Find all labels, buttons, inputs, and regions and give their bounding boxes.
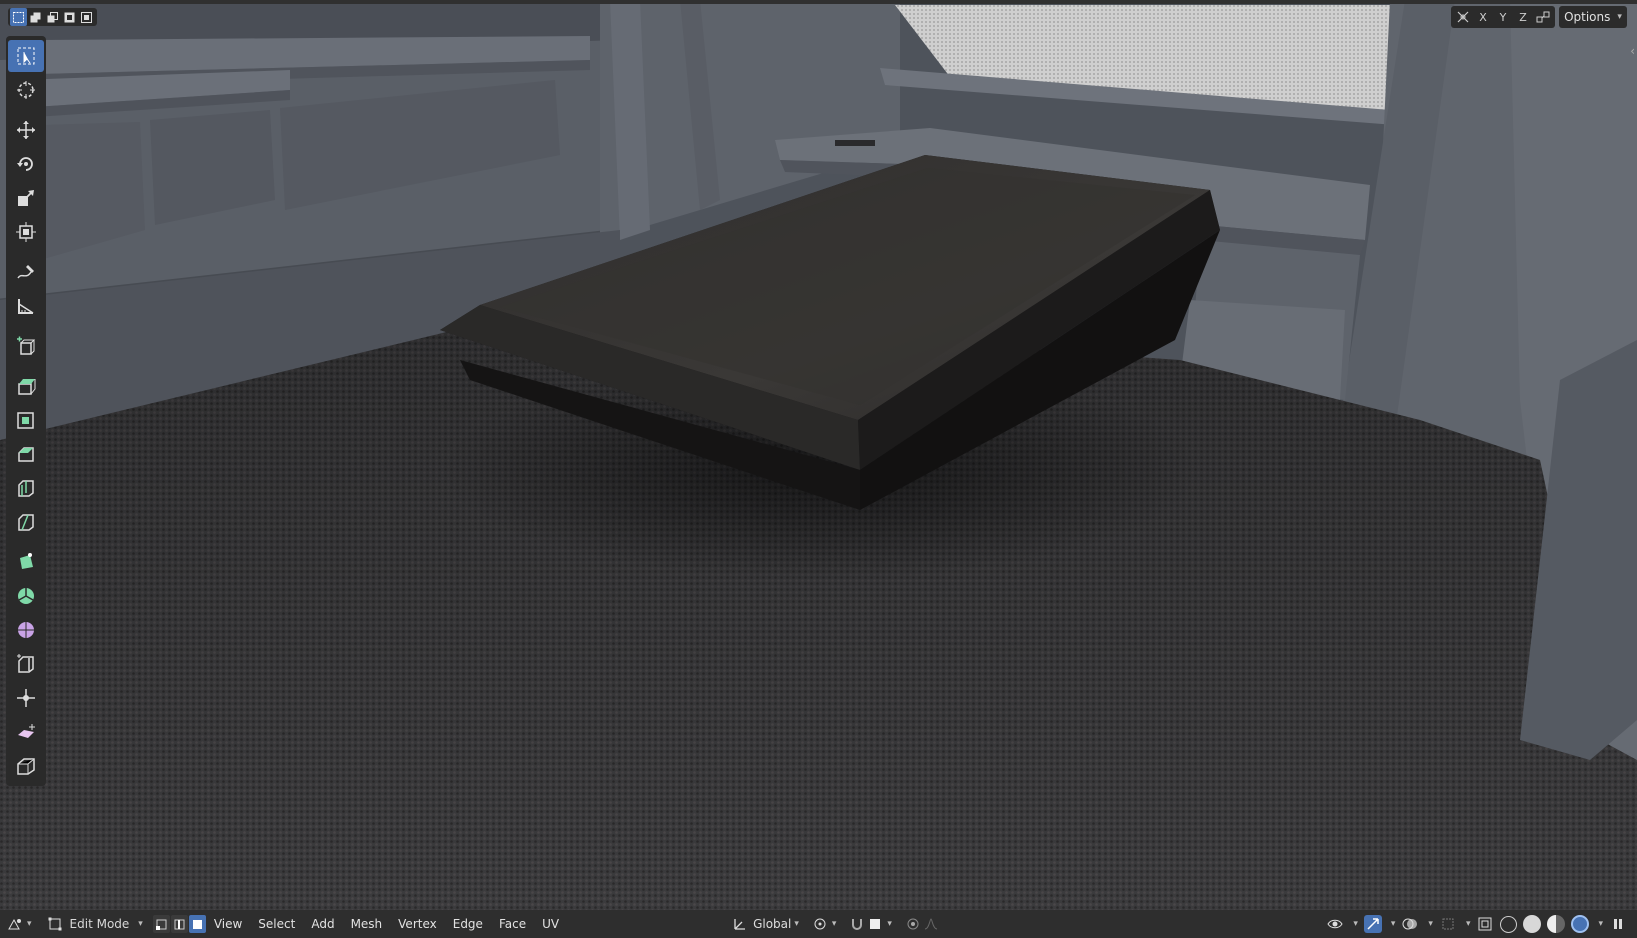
menu-face[interactable]: Face [491,917,534,931]
cursor-icon[interactable] [8,74,44,106]
pivot-icon [811,915,829,933]
shear-icon[interactable] [8,716,44,748]
add-cube-icon[interactable] [8,330,44,362]
chevron-down-icon: ▾ [1428,919,1433,929]
vertex-select-mode-icon[interactable] [152,915,170,933]
snap-toggle[interactable]: ▾ [842,910,898,938]
inset-faces-icon[interactable] [8,404,44,436]
chevron-down-icon: ▾ [831,919,837,929]
mode-label: Edit Mode [69,917,130,931]
tool-shelf [6,36,46,786]
editor-type-dropdown[interactable]: ▾ [0,910,38,938]
interaction-mode-dropdown[interactable]: Edit Mode ▾ [38,913,151,935]
menu-uv[interactable]: UV [534,917,567,931]
pause-icon[interactable] [1609,915,1627,933]
measure-icon[interactable] [8,290,44,322]
editor-type-icon [6,915,24,933]
mesh-select-mode-group [152,915,206,933]
menu-mesh[interactable]: Mesh [343,917,391,931]
blender-window: X Y Z Options ▾ ‹ ▾ Edit Mode ▾ View Sel… [0,0,1637,938]
move-icon[interactable] [8,114,44,146]
magnet-icon [848,915,866,933]
select-subtract-mode-icon[interactable] [44,8,61,26]
viewport-header: ▾ Edit Mode ▾ View Select Add Mesh Verte… [0,910,1637,938]
menu-add[interactable]: Add [303,917,342,931]
proportional-icon [904,915,922,933]
rotate-icon[interactable] [8,148,44,180]
material-preview-shading-icon[interactable] [1547,915,1566,933]
select-invert-mode-icon[interactable] [61,8,78,26]
transform-orientation-dropdown[interactable]: Global ▾ [725,910,805,938]
mirror-y-toggle[interactable]: Y [1494,8,1512,26]
orientation-label: Global [753,917,792,931]
select-box-icon[interactable] [8,40,44,72]
proportional-editing-toggle[interactable] [898,910,946,938]
sidebar-toggle-icon[interactable]: ‹ [1630,44,1635,58]
options-dropdown[interactable]: Options ▾ [1559,6,1627,28]
auto-merge-icon[interactable] [1534,8,1552,26]
orientation-axes-icon [731,915,749,933]
viewport-right-controls: ▾ ▾ ▾ ▾ ▾ [1326,910,1637,938]
select-extend-mode-icon[interactable] [27,8,44,26]
overlays-toggle-icon[interactable] [1401,915,1419,933]
extrude-region-icon[interactable] [8,370,44,402]
bevel-icon[interactable] [8,438,44,470]
falloff-icon [922,915,940,933]
xray-toggle-icon[interactable] [1476,915,1494,933]
spin-icon[interactable] [8,580,44,612]
rendered-shading-icon[interactable] [1571,915,1590,933]
chevron-down-icon: ▾ [1353,919,1358,929]
menu-vertex[interactable]: Vertex [390,917,445,931]
3d-viewport[interactable] [0,0,1637,938]
mirror-z-toggle[interactable]: Z [1514,8,1532,26]
select-box-mode-icon[interactable] [10,8,27,26]
rip-region-icon[interactable] [8,750,44,782]
gizmo-toggle-icon[interactable] [1363,915,1382,933]
window-top-edge [0,0,1637,4]
mirror-axes-group: X Y Z [1451,6,1555,28]
mesh-edit-overlay-icon[interactable] [1439,915,1457,933]
poly-build-icon[interactable] [8,546,44,578]
chevron-down-icon: ▾ [1390,919,1396,929]
mirror-gizmo-icon[interactable] [1454,8,1472,26]
menu-edge[interactable]: Edge [445,917,491,931]
face-select-mode-icon[interactable] [188,915,206,933]
viewport-scene [0,0,1637,938]
edge-select-mode-icon[interactable] [170,915,188,933]
menu-select[interactable]: Select [250,917,303,931]
options-label: Options [1564,10,1611,24]
loop-cut-icon[interactable] [8,472,44,504]
selection-mode-buttons [8,8,97,26]
scale-icon[interactable] [8,182,44,214]
chevron-down-icon: ▾ [1465,919,1471,929]
select-intersect-mode-icon[interactable] [78,8,95,26]
chevron-down-icon: ▾ [1617,12,1622,22]
chevron-down-icon: ▾ [27,919,32,929]
snap-increment-icon [866,915,884,933]
pivot-point-dropdown[interactable]: ▾ [805,910,843,938]
visibility-eye-icon[interactable] [1326,915,1344,933]
shrink-fatten-icon[interactable] [8,682,44,714]
menu-view[interactable]: View [206,917,250,931]
chevron-down-icon: ▾ [1598,919,1603,929]
transform-icon[interactable] [8,216,44,248]
solid-shading-icon[interactable] [1523,915,1542,933]
knife-icon[interactable] [8,506,44,538]
chevron-down-icon: ▾ [794,919,799,929]
wireframe-shading-icon[interactable] [1500,915,1518,933]
chevron-down-icon: ▾ [887,919,892,929]
edge-slide-icon[interactable] [8,648,44,680]
edit-mode-icon [46,915,64,933]
smooth-icon[interactable] [8,614,44,646]
chevron-down-icon: ▾ [138,919,143,929]
mirror-x-toggle[interactable]: X [1474,8,1492,26]
annotate-icon[interactable] [8,256,44,288]
